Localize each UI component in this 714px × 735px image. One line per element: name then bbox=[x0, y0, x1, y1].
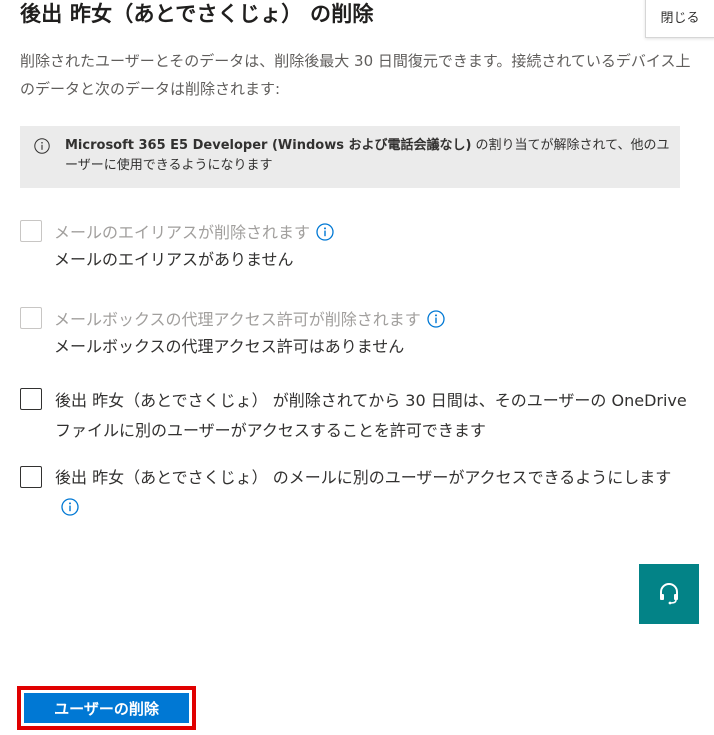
info-banner: Microsoft 365 E5 Developer (Windows および電… bbox=[20, 126, 680, 188]
delete-user-button[interactable]: ユーザーの削除 bbox=[24, 693, 189, 723]
option-sublabel-mailbox-delegation: メールボックスの代理アクセス許可はありません bbox=[54, 337, 405, 356]
license-name: Microsoft 365 E5 Developer (Windows および電… bbox=[65, 138, 472, 153]
description-text: 削除されたユーザーとそのデータは、削除後最大 30 日間復元できます。接続されて… bbox=[20, 52, 691, 98]
option-label-mail-access: 後出 昨女（あとでさくじょ） のメールに別のユーザーがアクセスできるようにします bbox=[55, 463, 695, 523]
option-label-mailbox-delegation: メールボックスの代理アクセス許可が削除されます bbox=[54, 307, 445, 333]
info-banner-text: Microsoft 365 E5 Developer (Windows および電… bbox=[65, 136, 675, 176]
checkbox-onedrive-access[interactable] bbox=[20, 388, 42, 410]
checkbox-remove-mailbox-delegation[interactable] bbox=[20, 307, 42, 329]
option-label-email-aliases: メールのエイリアスが削除されます bbox=[54, 220, 334, 246]
info-icon[interactable] bbox=[427, 310, 445, 328]
info-icon[interactable] bbox=[316, 223, 334, 241]
close-button[interactable]: 閉じる bbox=[645, 0, 714, 38]
checkbox-remove-email-aliases[interactable] bbox=[20, 220, 42, 242]
delete-user-panel: 後出 昨女（あとでさくじょ） の削除 閉じる 削除されたユーザーとそのデータは、… bbox=[0, 0, 714, 735]
help-button[interactable] bbox=[639, 564, 699, 624]
info-icon bbox=[34, 138, 50, 154]
headset-icon bbox=[660, 583, 678, 605]
checkbox-mail-access[interactable] bbox=[20, 466, 42, 488]
delete-button-highlight: ユーザーの削除 bbox=[17, 686, 196, 730]
page-title: 後出 昨女（あとでさくじょ） の削除 bbox=[20, 2, 374, 26]
info-icon[interactable] bbox=[61, 498, 79, 516]
option-label-onedrive-access: 後出 昨女（あとでさくじょ） が削除されてから 30 日間は、そのユーザーの O… bbox=[55, 391, 687, 440]
option-sublabel-email-aliases: メールのエイリアスがありません bbox=[54, 250, 294, 269]
